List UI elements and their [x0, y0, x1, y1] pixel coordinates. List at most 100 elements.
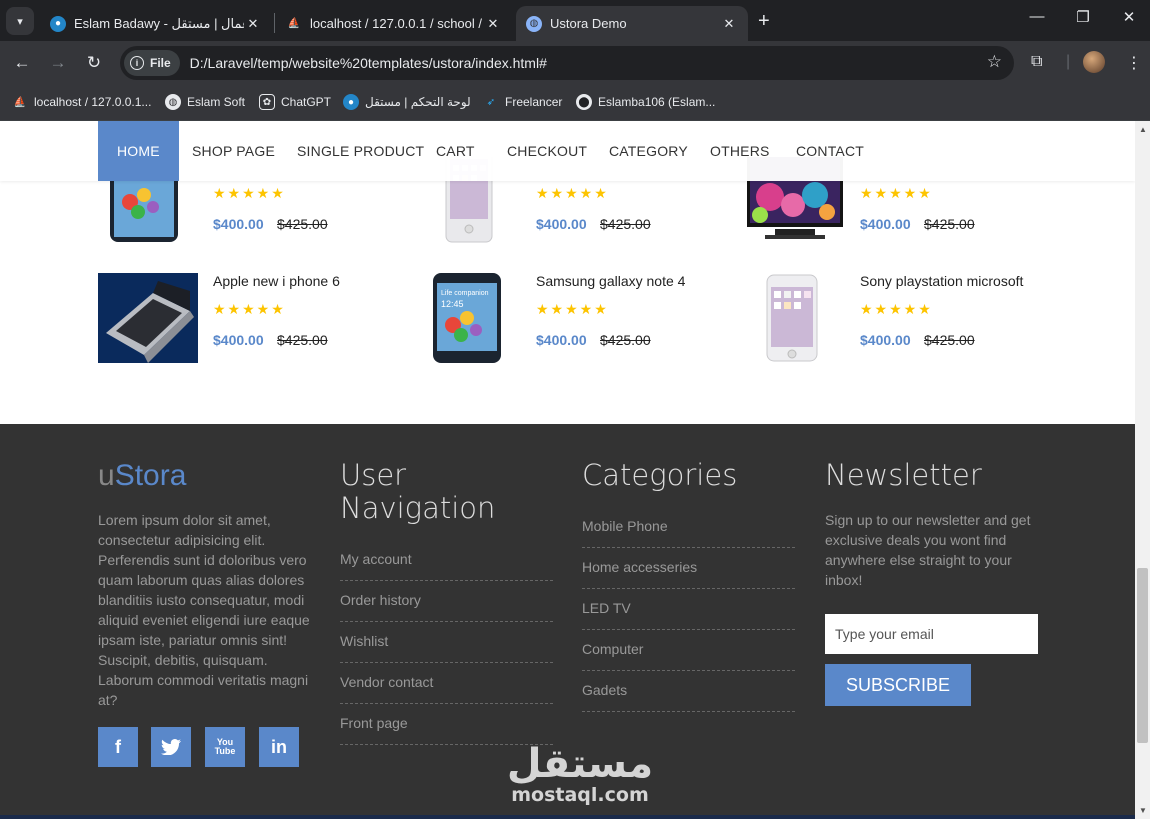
footer-link-wishlist[interactable]: Wishlist — [340, 622, 553, 663]
product-name[interactable]: Sony playstation microsoft — [860, 273, 1023, 289]
twitter-icon[interactable] — [151, 727, 191, 767]
bottom-edge — [0, 815, 1135, 819]
scroll-down-arrow-icon[interactable]: ▼ — [1139, 806, 1147, 815]
close-icon[interactable]: ✕ — [484, 16, 502, 32]
category-link-led-tv[interactable]: LED TV — [582, 589, 795, 630]
bookmark-label: Eslam Soft — [187, 95, 246, 109]
bookmark-item[interactable]: ✿ ChatGPT — [259, 94, 331, 110]
bookmark-item[interactable]: ⬤ Eslamba106 (Eslam... — [576, 94, 715, 110]
scheme-label: File — [150, 56, 171, 70]
rating-stars: ★★★★★ — [860, 185, 933, 201]
site-info-chip[interactable]: i File — [124, 50, 180, 76]
product-price: $400.00 — [860, 332, 911, 348]
tab-search-button[interactable]: ▾ — [6, 7, 34, 35]
rating-stars: ★★★★★ — [213, 185, 286, 201]
product-image[interactable] — [98, 273, 198, 363]
nav-cart[interactable]: CART — [436, 121, 475, 181]
nav-contact[interactable]: CONTACT — [796, 121, 864, 181]
footer-link-front-page[interactable]: Front page — [340, 704, 553, 745]
bookmarks-bar: ⛵ localhost / 127.0.0.1... ◍ Eslam Soft … — [0, 85, 1150, 121]
facebook-glyph: f — [115, 736, 121, 757]
bookmark-label: Eslamba106 (Eslam... — [598, 95, 716, 109]
page-viewport: 12:45 ★★★★★ $400.00 $425.00 ★★★★★ $400.0… — [0, 121, 1135, 819]
extensions-icon[interactable]: ⧉ — [1031, 53, 1042, 71]
nav-single-product[interactable]: SINGLE PRODUCT — [297, 121, 424, 181]
product-price: $400.00 — [860, 216, 911, 232]
tab-ustora-demo[interactable]: ◍ Ustora Demo ✕ — [516, 6, 748, 41]
facebook-icon[interactable]: f — [98, 727, 138, 767]
reload-icon[interactable]: ↻ — [82, 51, 106, 75]
rating-stars: ★★★★★ — [213, 301, 286, 317]
bookmark-star-icon[interactable]: ☆ — [987, 52, 1002, 72]
bookmark-item[interactable]: ◍ Eslam Soft — [165, 94, 245, 110]
bookmark-label: لوحة التحكم | مستقل — [365, 95, 471, 109]
category-link-gadgets[interactable]: Gadets — [582, 671, 795, 712]
close-icon[interactable]: ✕ — [720, 16, 738, 32]
footer-link-vendor-contact[interactable]: Vendor contact — [340, 663, 553, 704]
svg-text:12:45: 12:45 — [441, 299, 464, 309]
tab-separator — [274, 13, 275, 33]
scroll-up-arrow-icon[interactable]: ▲ — [1139, 125, 1147, 134]
category-link-computer[interactable]: Computer — [582, 630, 795, 671]
toolbar-divider: | — [1066, 53, 1071, 70]
nav-category[interactable]: CATEGORY — [609, 121, 688, 181]
nav-home[interactable]: HOME — [98, 121, 179, 181]
product-widget[interactable]: Sony playstation microsoft ★★★★★ $400.00… — [745, 273, 1045, 373]
close-icon[interactable]: ✕ — [244, 16, 262, 32]
product-widget[interactable]: Life companion 12:45 Samsung gallaxy not… — [421, 273, 721, 373]
restore-icon[interactable]: ❐ — [1068, 8, 1098, 26]
bookmark-label: localhost / 127.0.0.1... — [34, 95, 152, 109]
subscribe-button[interactable]: SUBSCRIBE — [825, 664, 971, 706]
back-arrow-icon[interactable]: ← — [10, 51, 34, 75]
product-old-price: $425.00 — [600, 216, 651, 232]
youtube-icon[interactable]: You Tube — [205, 727, 245, 767]
linkedin-icon[interactable]: in — [259, 727, 299, 767]
heading-line: User — [340, 458, 407, 492]
product-image[interactable] — [745, 273, 845, 363]
youtube-glyph: You Tube — [214, 737, 236, 756]
phpmyadmin-icon: ⛵ — [287, 18, 301, 29]
url-text[interactable]: D:/Laravel/temp/website%20templates/usto… — [190, 55, 547, 71]
product-price: $400.00 — [536, 332, 587, 348]
newsletter-email-input[interactable] — [825, 614, 1038, 654]
minimize-icon[interactable]: — — [1022, 8, 1052, 25]
rating-stars: ★★★★★ — [536, 301, 609, 317]
bookmark-item[interactable]: ⛵ localhost / 127.0.0.1... — [12, 94, 152, 110]
product-name[interactable]: Samsung gallaxy note 4 — [536, 273, 685, 289]
address-bar[interactable]: i File D:/Laravel/temp/website%20templat… — [120, 46, 1014, 80]
product-price: $400.00 — [213, 332, 264, 348]
nav-others[interactable]: OTHERS — [710, 121, 770, 181]
forward-arrow-icon[interactable]: → — [46, 51, 70, 75]
product-image[interactable]: Life companion 12:45 — [421, 273, 521, 363]
mostaql-icon: ● — [343, 94, 359, 110]
new-tab-button[interactable]: + — [758, 10, 770, 33]
product-price: $400.00 — [536, 216, 587, 232]
product-name[interactable]: Apple new i phone 6 — [213, 273, 340, 289]
profile-avatar[interactable] — [1083, 51, 1105, 73]
bookmark-label: Freelancer — [505, 95, 563, 109]
tab-mostaql[interactable]: ● Eslam Badawy - الأعمال | مستقل ✕ — [40, 6, 272, 41]
newsletter-heading: Newsletter — [825, 458, 982, 492]
category-link-mobile-phone[interactable]: Mobile Phone — [582, 507, 795, 548]
footer-link-order-history[interactable]: Order history — [340, 581, 553, 622]
nav-checkout[interactable]: CHECKOUT — [507, 121, 587, 181]
tab-title: localhost / 127.0.0.1 / school / u — [310, 16, 484, 31]
user-navigation-list: My account Order history Wishlist Vendor… — [340, 540, 553, 745]
mostaql-watermark: مستقل mostaql.com — [505, 742, 655, 806]
scrollbar-thumb[interactable] — [1137, 568, 1148, 743]
rating-stars: ★★★★★ — [860, 301, 933, 317]
product-old-price: $425.00 — [924, 216, 975, 232]
browser-toolbar: ← → ↻ i File D:/Laravel/temp/website%20t… — [0, 41, 1150, 85]
nav-shop-page[interactable]: SHOP PAGE — [192, 121, 275, 181]
close-window-icon[interactable]: ✕ — [1114, 8, 1144, 26]
footer-link-my-account[interactable]: My account — [340, 540, 553, 581]
tab-phpmyadmin[interactable]: ⛵ localhost / 127.0.0.1 / school / u ✕ — [276, 6, 512, 41]
page-scrollbar[interactable]: ▲ ▼ — [1135, 121, 1150, 819]
mostaql-icon: ● — [50, 15, 66, 32]
category-link-home-accessories[interactable]: Home accesseries — [582, 548, 795, 589]
bookmark-item[interactable]: ➶ Freelancer — [483, 94, 563, 110]
product-widget[interactable]: Apple new i phone 6 ★★★★★ $400.00 $425.0… — [98, 273, 398, 373]
menu-kebab-icon[interactable]: ⋮ — [1126, 53, 1142, 73]
globe-icon: ◍ — [526, 15, 542, 32]
bookmark-item[interactable]: ● لوحة التحكم | مستقل — [343, 94, 471, 110]
